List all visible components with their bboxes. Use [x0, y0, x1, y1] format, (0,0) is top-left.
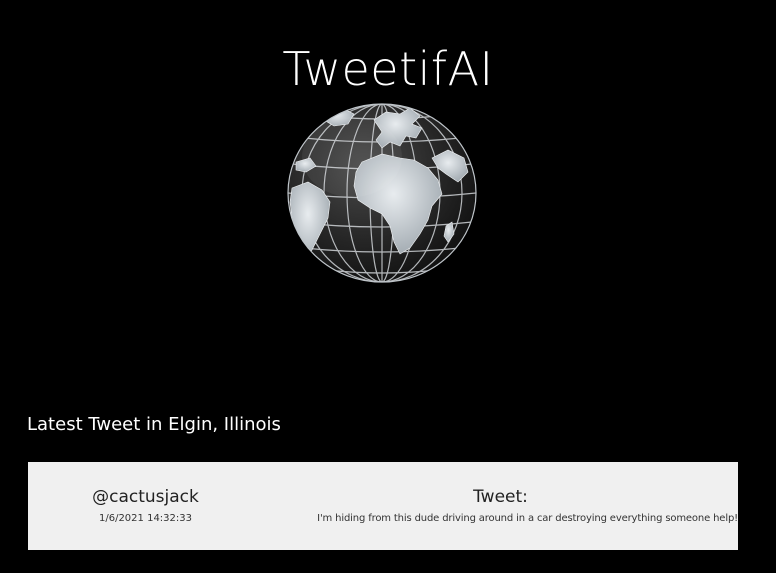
tweet-label: Tweet:	[473, 487, 528, 507]
tweet-text: I'm hiding from this dude driving around…	[317, 513, 738, 524]
tweet-timestamp: 1/6/2021 14:32:33	[98, 513, 192, 524]
tweet-card: @cactusjack 1/6/2021 14:32:33 Tweet: I'm…	[28, 462, 738, 550]
globe-icon	[287, 103, 477, 283]
tweet-username[interactable]: @cactusjack	[68, 486, 223, 508]
page: TweetifAI Latest Tweet in Elgin, Illinoi…	[0, 0, 776, 573]
page-title: TweetifAI	[282, 41, 494, 96]
latest-tweet-heading: Latest Tweet in Elgin, Illinois	[27, 414, 281, 435]
